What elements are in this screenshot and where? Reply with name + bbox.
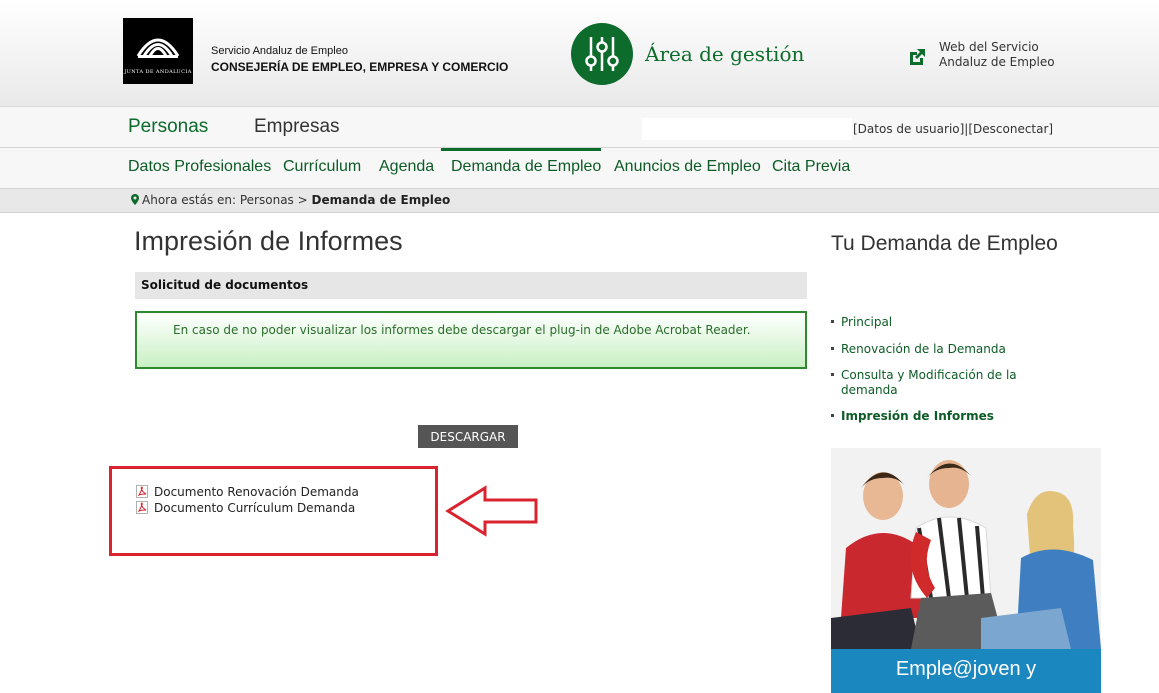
document-label: Documento Currículum Demanda (154, 501, 356, 515)
logo-arcs (136, 38, 180, 58)
bullet (831, 373, 834, 376)
sidebar-item-label: Principal (841, 315, 893, 329)
org-department: CONSEJERÍA DE EMPLEO, EMPRESA Y COMERCIO (211, 60, 509, 74)
area-title: Área de gestión (645, 42, 805, 66)
active-tab-indicator (441, 148, 601, 151)
external-link-line2: Andaluz de Empleo (939, 55, 1055, 69)
bullet (831, 347, 834, 350)
sidebar-item-consulta[interactable]: Consulta y Modificación de la demanda (831, 368, 1041, 398)
nav-item-datos-profesionales[interactable]: Datos Profesionales (128, 158, 271, 176)
map-pin-icon (131, 194, 139, 205)
info-notice: En caso de no poder visualizar los infor… (135, 311, 807, 369)
document-link-curriculum[interactable]: Documento Currículum Demanda (136, 501, 355, 515)
document-label: Documento Renovación Demanda (154, 485, 359, 499)
sidebar-item-label: Consulta y Modificación de la demanda (841, 368, 1017, 397)
promo-band: Emple@joven y (831, 649, 1101, 693)
pdf-icon (136, 501, 148, 514)
org-name: Servicio Andaluz de Empleo (211, 45, 348, 57)
nav-item-curriculum[interactable]: Currículum (283, 158, 361, 176)
document-link-renovacion[interactable]: Documento Renovación Demanda (136, 485, 359, 499)
promo-photo (831, 448, 1101, 649)
site-header: JUNTA DE ANDALUCIA Servicio Andaluz de E… (0, 0, 1159, 107)
promo-banner[interactable]: Emple@joven y (831, 448, 1101, 693)
nav-item-anuncios-de-empleo[interactable]: Anuncios de Empleo (614, 158, 761, 176)
nav-item-agenda[interactable]: Agenda (379, 158, 434, 176)
bullet (831, 320, 834, 323)
download-button[interactable]: DESCARGAR (418, 425, 518, 448)
external-link-icon[interactable] (907, 47, 927, 67)
sidebar-item-principal[interactable]: Principal (831, 315, 1031, 330)
breadcrumb-prefix: Ahora estás en: Personas > (142, 193, 312, 207)
sidebar-title: Tu Demanda de Empleo (831, 232, 1058, 255)
nav-item-cita-previa[interactable]: Cita Previa (772, 158, 850, 176)
user-name-field (642, 118, 852, 140)
breadcrumb-bar: Ahora estás en: Personas > Demanda de Em… (0, 189, 1159, 213)
notice-text: En caso de no poder visualizar los infor… (173, 323, 751, 337)
settings-sliders-icon (571, 23, 633, 85)
sidebar-item-renovacion[interactable]: Renovación de la Demanda (831, 342, 1031, 357)
tab-personas[interactable]: Personas (128, 116, 208, 138)
pdf-icon (136, 485, 148, 498)
secondary-nav: Datos Profesionales Currículum Agenda De… (0, 148, 1159, 189)
page-title: Impresión de Informes (134, 226, 403, 256)
tab-empresas[interactable]: Empresas (254, 116, 340, 138)
external-link-web-sae[interactable]: Web del Servicio Andaluz de Empleo (939, 40, 1055, 70)
breadcrumb-current: Demanda de Empleo (311, 193, 451, 207)
sidebar-item-label: Impresión de Informes (841, 409, 994, 423)
primary-nav: Personas Empresas [Datos de usuario]|[De… (0, 107, 1159, 148)
arrow-left-icon (445, 485, 538, 537)
nav-item-demanda-de-empleo[interactable]: Demanda de Empleo (451, 158, 601, 176)
bullet (831, 414, 834, 417)
breadcrumb: Ahora estás en: Personas > Demanda de Em… (131, 193, 450, 207)
sidebar-item-label: Renovación de la Demanda (841, 342, 1006, 356)
sidebar-item-impresion[interactable]: Impresión de Informes (831, 409, 1031, 424)
section-title: Solicitud de documentos (141, 278, 309, 292)
promo-text: Emple@joven y (895, 658, 1037, 680)
logo-motto: JUNTA DE ANDALUCIA (124, 69, 192, 75)
user-links[interactable]: [Datos de usuario]|[Desconectar] (853, 122, 1053, 136)
junta-logo-icon[interactable]: JUNTA DE ANDALUCIA (123, 18, 193, 84)
section-header: Solicitud de documentos (135, 272, 807, 299)
external-link-line1: Web del Servicio (939, 40, 1039, 54)
